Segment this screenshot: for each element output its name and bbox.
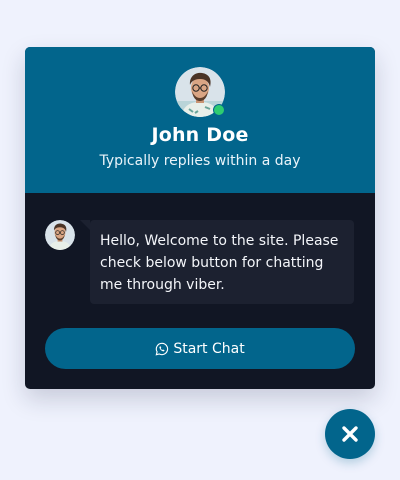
agent-avatar xyxy=(175,67,225,117)
start-chat-label: Start Chat xyxy=(173,340,245,357)
start-chat-button[interactable]: Start Chat xyxy=(45,328,355,369)
chat-header: John Doe Typically replies within a day xyxy=(25,47,375,193)
whatsapp-icon xyxy=(155,342,169,355)
message-bubble: Hello, Welcome to the site. Please check… xyxy=(80,220,354,304)
agent-name: John Doe xyxy=(151,124,249,146)
message-avatar xyxy=(45,220,75,250)
close-chat-button[interactable] xyxy=(325,409,375,459)
online-status-dot xyxy=(213,104,225,116)
agent-subtitle: Typically replies within a day xyxy=(99,153,301,169)
chat-body: Hello, Welcome to the site. Please check… xyxy=(25,193,375,389)
close-icon xyxy=(342,426,358,442)
chat-widget: John Doe Typically replies within a day … xyxy=(25,47,375,389)
